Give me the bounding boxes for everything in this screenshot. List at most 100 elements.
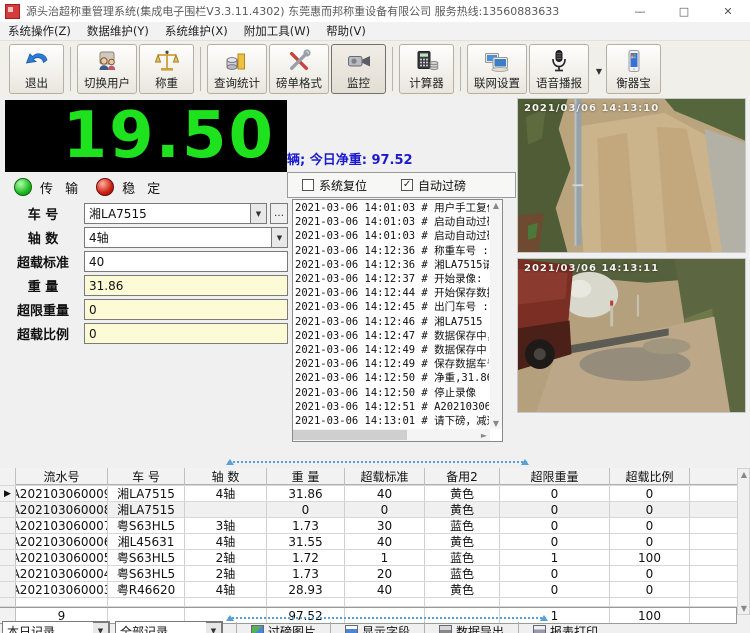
cell[interactable]: 黄色 — [425, 534, 500, 549]
column-header-2[interactable]: 轴 数 — [185, 468, 267, 485]
monitor-button[interactable]: 监控 — [331, 44, 386, 94]
cell[interactable]: 黄色 — [425, 502, 500, 517]
cell[interactable]: 0 — [267, 502, 345, 517]
cell[interactable]: 4轴 — [185, 582, 267, 597]
browse-button[interactable]: … — [270, 203, 288, 224]
axle-count-field[interactable]: 4轴 — [84, 227, 272, 248]
cell[interactable]: 0 — [610, 486, 690, 501]
log-horizontal-scrollbar[interactable]: ► — [293, 429, 490, 441]
cell[interactable]: 蓝色 — [425, 550, 500, 565]
cell[interactable]: 4轴 — [185, 486, 267, 501]
cell[interactable]: 0 — [610, 582, 690, 597]
cell[interactable]: 1.72 — [267, 550, 345, 565]
switch-user-button[interactable]: 切换用户 — [77, 44, 137, 94]
table-scroll-down-icon[interactable]: ▼ — [738, 604, 750, 613]
cell[interactable]: 粤S63HL5 — [108, 566, 185, 581]
cell[interactable]: 1.73 — [267, 566, 345, 581]
cell[interactable]: 30 — [345, 518, 425, 533]
cell[interactable]: 黄色 — [425, 582, 500, 597]
record-filter-select-1[interactable]: 全部记录▼ — [115, 621, 223, 633]
cell[interactable]: 黄色 — [425, 486, 500, 501]
overlimit-weight-field[interactable]: 0 — [84, 299, 288, 320]
cell[interactable]: 0 — [610, 534, 690, 549]
column-header-5[interactable]: 备用2 — [425, 468, 500, 485]
close-button[interactable]: ✕ — [706, 0, 750, 22]
horizontal-splitter-top[interactable] — [228, 461, 527, 466]
event-log[interactable]: 2021-03-06 14:01:03 # 用户手工复位2021-03-06 1… — [292, 199, 503, 442]
exit-button[interactable]: 退出 — [9, 44, 64, 94]
chevron-down-icon[interactable]: ▼ — [272, 227, 288, 248]
table-row[interactable]: A202103060004粤S63HL52轴1.7320蓝色00 — [0, 566, 737, 582]
voice-broadcast-button[interactable]: 语音播报▼ — [529, 44, 589, 94]
column-header-3[interactable]: 重 量 — [267, 468, 345, 485]
cell[interactable]: 粤R46620 — [108, 582, 185, 597]
network-settings-button[interactable]: 联网设置 — [467, 44, 527, 94]
column-header-0[interactable]: 流水号 — [16, 468, 108, 485]
table-row[interactable]: A202103060005粤S63HL52轴1.721蓝色1100 — [0, 550, 737, 566]
cell[interactable]: 40 — [345, 582, 425, 597]
log-vertical-scrollbar[interactable]: ▲ ▼ — [490, 200, 502, 429]
table-row[interactable]: A202103060006湘L456314轴31.5540黄色00 — [0, 534, 737, 550]
cell[interactable] — [185, 502, 267, 517]
data-export-button[interactable]: 数据导出 — [433, 621, 510, 633]
cell[interactable]: 31.55 — [267, 534, 345, 549]
weight-field[interactable]: 31.86 — [84, 275, 288, 296]
cell[interactable]: 0 — [500, 534, 610, 549]
table-row[interactable]: A202103060003粤R466204轴28.9340黄色00 — [0, 582, 737, 598]
weigh-photos-button[interactable]: 过磅图片 — [245, 621, 322, 633]
checkbox-system-reset[interactable]: 系统复位 — [302, 177, 367, 194]
cell[interactable]: A202103060004 — [16, 566, 108, 581]
cell[interactable]: 40 — [345, 486, 425, 501]
cell[interactable]: 0 — [610, 502, 690, 517]
overload-standard-field[interactable]: 40 — [84, 251, 288, 272]
maximize-button[interactable]: □ — [662, 0, 706, 22]
cell[interactable]: 4轴 — [185, 534, 267, 549]
chevron-down-icon[interactable]: ▼ — [206, 622, 222, 633]
vehicle-number-field[interactable]: 湘LA7515 — [84, 203, 251, 224]
cell[interactable]: 湘L45631 — [108, 534, 185, 549]
chevron-down-icon[interactable]: ▼ — [596, 67, 602, 76]
menu-item-1[interactable]: 数据维护(Y) — [87, 23, 149, 39]
cell[interactable]: 2轴 — [185, 550, 267, 565]
cell[interactable]: 20 — [345, 566, 425, 581]
cell[interactable]: 0 — [345, 502, 425, 517]
cell[interactable]: 蓝色 — [425, 518, 500, 533]
cell[interactable]: 0 — [500, 486, 610, 501]
cell[interactable]: 0 — [610, 518, 690, 533]
cell[interactable]: 3轴 — [185, 518, 267, 533]
weigh-button[interactable]: 称重 — [139, 44, 194, 94]
menu-item-2[interactable]: 系统维护(X) — [165, 23, 228, 39]
cell[interactable]: 1 — [345, 550, 425, 565]
overload-ratio-field[interactable]: 0 — [84, 323, 288, 344]
menu-item-3[interactable]: 附加工具(W) — [244, 23, 310, 39]
cell[interactable]: 湘LA7515 — [108, 502, 185, 517]
menu-item-0[interactable]: 系统操作(Z) — [8, 23, 71, 39]
scrollbar-thumb[interactable] — [293, 430, 407, 440]
cell[interactable]: 0 — [500, 566, 610, 581]
cell[interactable]: A202103060008 — [16, 502, 108, 517]
scroll-up-icon[interactable]: ▲ — [490, 201, 502, 210]
cell[interactable]: 蓝色 — [425, 566, 500, 581]
display-fields-button[interactable]: 显示字段 — [339, 621, 416, 633]
record-filter-select-0[interactable]: 本日记录▼ — [2, 621, 110, 633]
cell[interactable]: 1.73 — [267, 518, 345, 533]
table-row[interactable]: A202103060007粤S63HL53轴1.7330蓝色00 — [0, 518, 737, 534]
cell[interactable]: 湘LA7515 — [108, 486, 185, 501]
calculator-button[interactable]: 计算器 — [399, 44, 454, 94]
table-row[interactable]: ▶A202103060009湘LA75154轴31.8640黄色00 — [0, 486, 737, 502]
cell[interactable]: 粤S63HL5 — [108, 518, 185, 533]
checkbox-icon[interactable] — [302, 179, 314, 191]
chevron-down-icon[interactable]: ▼ — [93, 622, 109, 633]
cell[interactable]: 粤S63HL5 — [108, 550, 185, 565]
cell[interactable]: 1 — [500, 550, 610, 565]
cell[interactable]: 100 — [610, 550, 690, 565]
checkbox-auto-weigh[interactable]: 自动过磅 — [401, 177, 466, 194]
report-print-button[interactable]: 报表打印 — [527, 621, 604, 633]
table-row[interactable]: A202103060008湘LA751500黄色00 — [0, 502, 737, 518]
chevron-down-icon[interactable]: ▼ — [251, 203, 267, 224]
cell[interactable]: A202103060006 — [16, 534, 108, 549]
cell[interactable]: A202103060003 — [16, 582, 108, 597]
cell[interactable]: 0 — [610, 566, 690, 581]
checkbox-icon[interactable] — [401, 179, 413, 191]
table-scroll-up-icon[interactable]: ▲ — [738, 470, 750, 479]
